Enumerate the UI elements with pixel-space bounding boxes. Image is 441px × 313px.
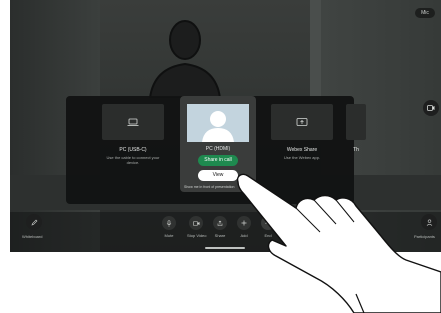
control-label: Stop Video bbox=[187, 233, 207, 238]
self-view-toggle-button[interactable] bbox=[423, 100, 439, 116]
camera-small-icon bbox=[427, 105, 435, 111]
view-button[interactable]: View bbox=[198, 170, 238, 181]
source-preview bbox=[187, 104, 249, 142]
source-description: Use the cable to connect your device. bbox=[106, 155, 160, 165]
share-button[interactable]: Share bbox=[211, 216, 229, 238]
source-card-webex-share[interactable]: Webex Share Use the Webex app. bbox=[271, 104, 333, 160]
source-name: PC (USB-C) bbox=[119, 147, 147, 153]
share-in-call-button[interactable]: Share in call bbox=[198, 155, 238, 166]
pointing-hand-illustration bbox=[236, 173, 441, 313]
person-silhouette-icon bbox=[202, 111, 234, 142]
top-right-status-pill[interactable]: Mic bbox=[415, 8, 435, 18]
source-thumb-partial bbox=[346, 104, 366, 140]
toggle-label: Show me in front of presentation bbox=[184, 185, 235, 189]
control-label: Share bbox=[214, 233, 226, 238]
source-name: PC (HDMI) bbox=[205, 146, 231, 152]
video-camera-icon bbox=[192, 220, 199, 226]
source-thumb-webex bbox=[271, 104, 333, 140]
share-icon bbox=[217, 220, 223, 226]
laptop-icon bbox=[127, 118, 139, 126]
stop-video-button[interactable]: Stop Video bbox=[187, 216, 207, 238]
source-thumb-usb-c bbox=[102, 104, 164, 140]
whiteboard-label: Whiteboard bbox=[22, 234, 43, 239]
source-card-partial[interactable]: Th bbox=[346, 104, 366, 153]
screen-share-icon bbox=[296, 117, 308, 126]
source-name: Webex Share bbox=[286, 147, 318, 153]
whiteboard-button[interactable] bbox=[26, 214, 42, 230]
pen-icon bbox=[31, 219, 37, 225]
remote-participant-silhouette bbox=[148, 20, 222, 98]
control-label: Mute bbox=[164, 233, 174, 238]
source-card-usb-c[interactable]: PC (USB-C) Use the cable to connect your… bbox=[102, 104, 164, 165]
microphone-icon bbox=[166, 219, 172, 227]
mute-button[interactable]: Mute bbox=[160, 216, 178, 238]
source-name: Th bbox=[353, 147, 359, 153]
